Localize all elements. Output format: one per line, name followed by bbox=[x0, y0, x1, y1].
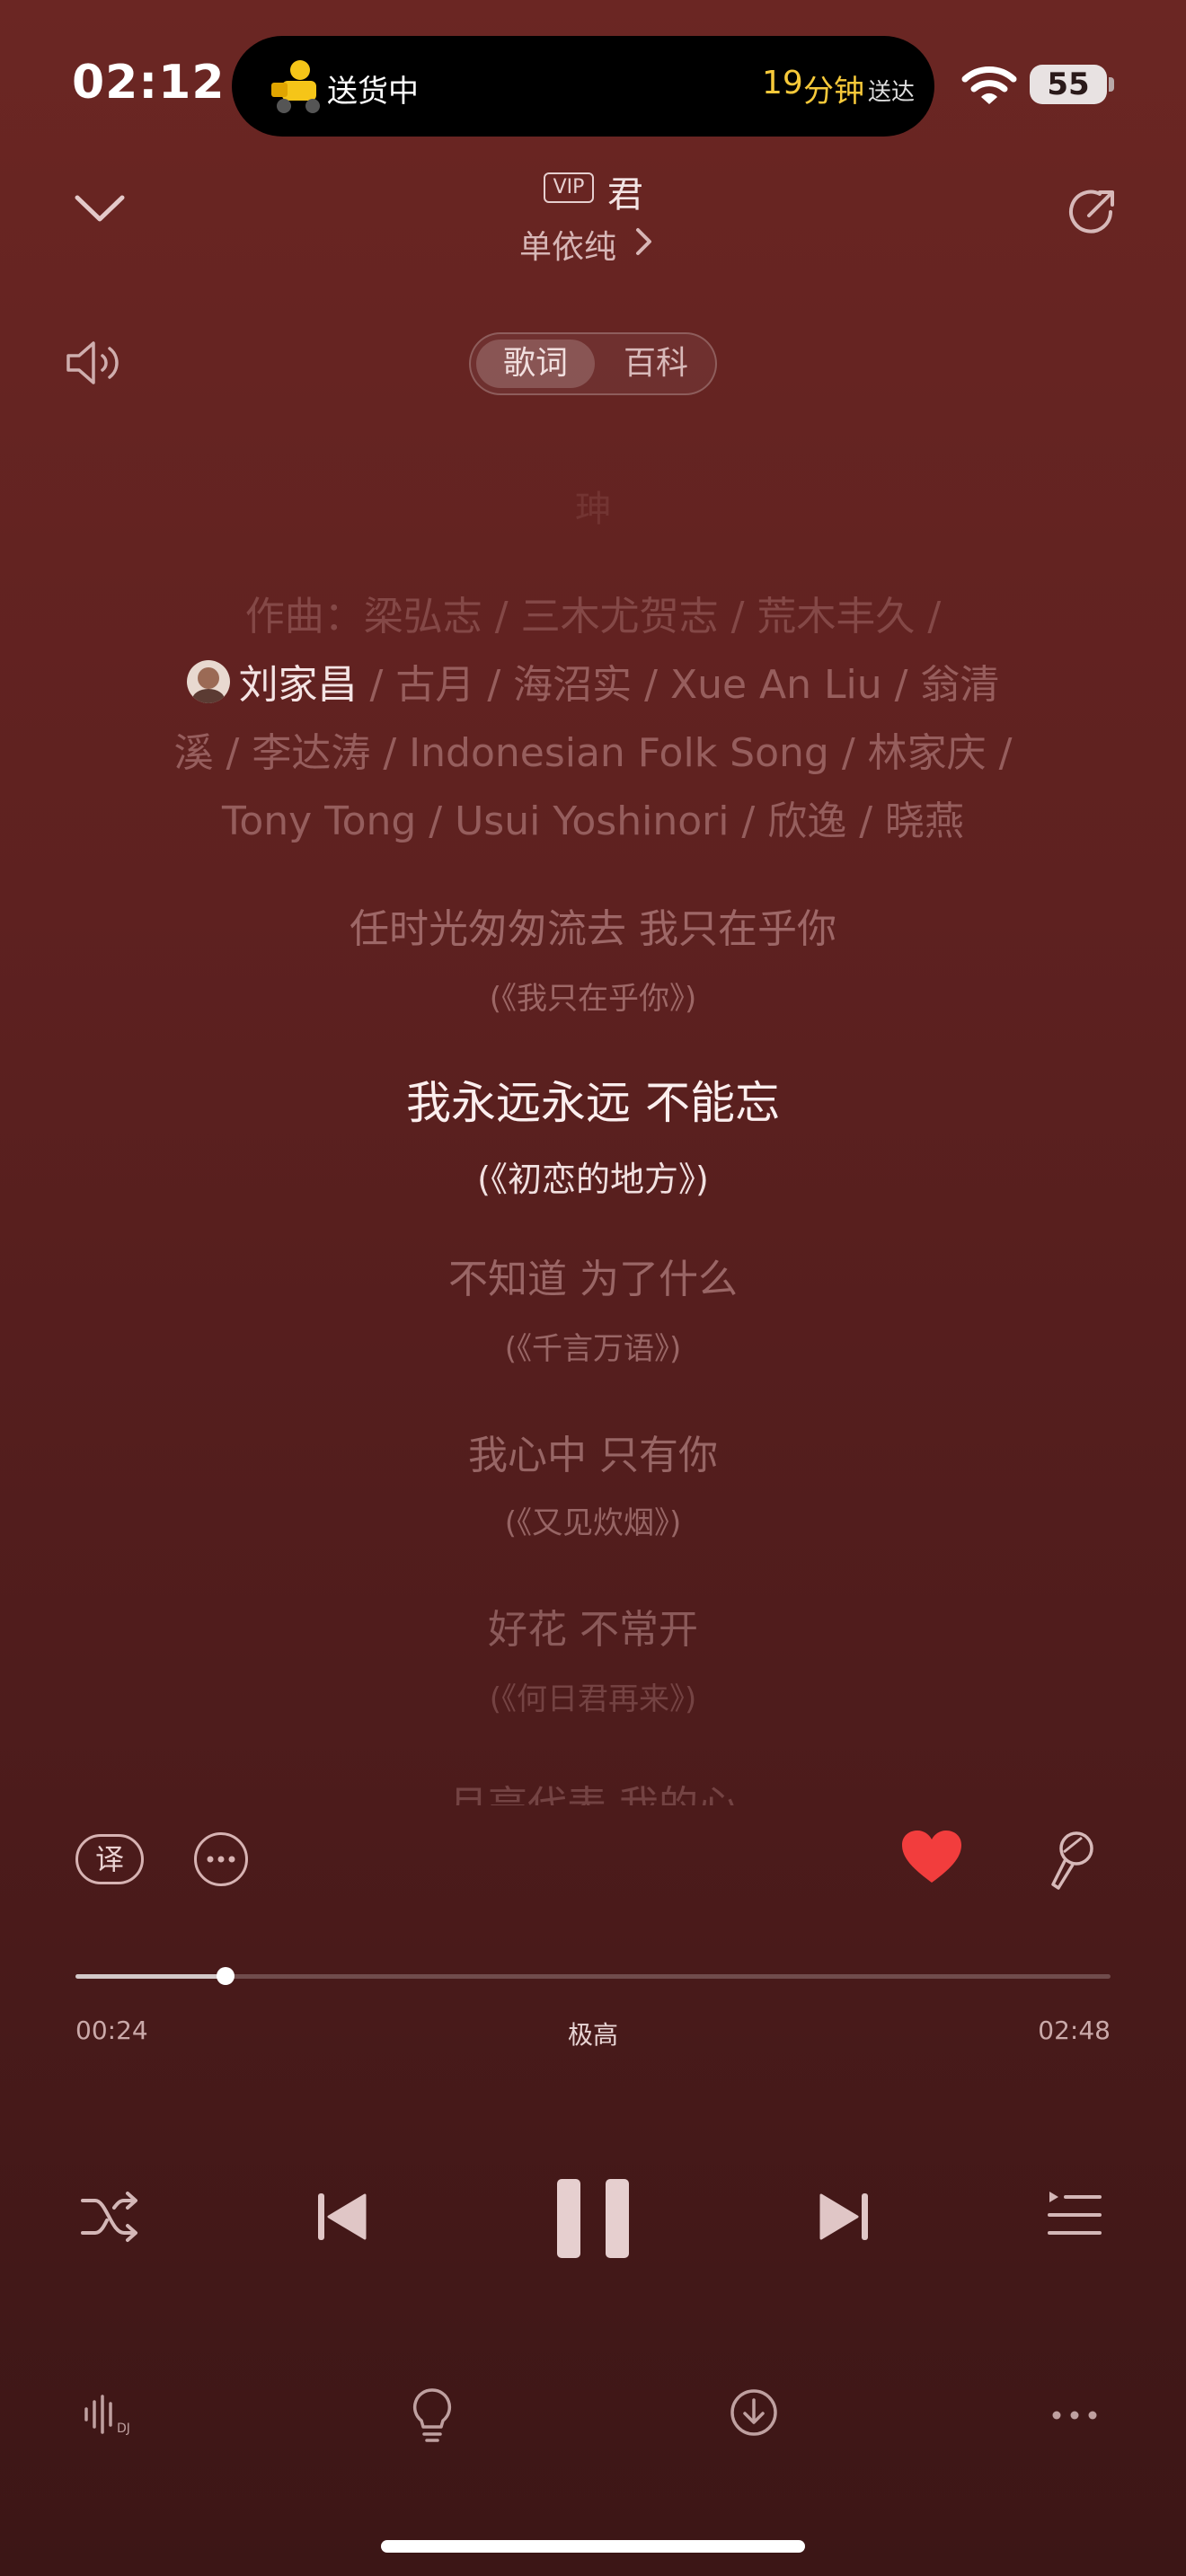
tab-lyrics[interactable]: 歌词 bbox=[476, 340, 595, 388]
more-icon bbox=[207, 1856, 235, 1863]
shuffle-icon[interactable] bbox=[79, 2188, 142, 2245]
delivery-eta-unit: 分钟 bbox=[803, 74, 864, 110]
credits-line-1: 作曲：梁弘志 / 三木尤贺志 / 荒木丰久 / bbox=[244, 594, 942, 640]
translate-button[interactable]: 译 bbox=[75, 1834, 144, 1884]
delivery-rider-icon bbox=[271, 60, 320, 113]
microphone-icon[interactable] bbox=[1046, 1829, 1102, 1893]
total-time: 02:48 bbox=[1038, 2016, 1111, 2045]
lyric-source: (《我只在乎你》) bbox=[489, 981, 697, 1017]
lyrics-wiki-toggle[interactable]: 歌词 百科 bbox=[469, 332, 717, 395]
credits-line-4: Tony Tong / Usui Yoshinori / 欣逸 / 晓燕 bbox=[221, 798, 965, 844]
delivery-status: 送货中 bbox=[327, 74, 419, 110]
lyric-source: (《何日君再来》) bbox=[489, 1681, 697, 1717]
lyric-line[interactable]: 我心中 只有你 bbox=[0, 1423, 1186, 1480]
artist-name[interactable]: 单依纯 bbox=[519, 221, 616, 268]
lyric-line[interactable]: 好花 不常开 bbox=[0, 1597, 1186, 1654]
queue-icon[interactable] bbox=[1048, 2190, 1102, 2240]
share-icon[interactable] bbox=[1064, 185, 1120, 241]
svg-text:DJ: DJ bbox=[117, 2422, 130, 2436]
battery-indicator: 55 bbox=[1030, 65, 1107, 104]
lyric-source: (《千言万语》) bbox=[504, 1331, 682, 1367]
song-title: 君 bbox=[607, 174, 643, 216]
composer-highlight[interactable]: 刘家昌 bbox=[239, 662, 358, 708]
credits-line-2-rest: / 古月 / 海沼实 / Xue An Liu / 翁清 bbox=[357, 662, 1000, 708]
lyric-source: (《又见炊烟》) bbox=[504, 1505, 682, 1541]
lyric-line[interactable]: 任时光匆匆流去 我只在乎你 bbox=[0, 896, 1186, 954]
lyric-source-active: (《初恋的地方》) bbox=[477, 1160, 709, 1199]
progress-thumb[interactable] bbox=[217, 1967, 235, 1985]
speaker-icon[interactable] bbox=[65, 336, 122, 390]
vip-badge: VIP bbox=[544, 172, 594, 203]
audio-quality[interactable]: 极高 bbox=[0, 2016, 1186, 2051]
progress-fill bbox=[75, 1974, 226, 1979]
home-indicator[interactable] bbox=[381, 2540, 805, 2553]
lyric-line-faded: 月亮代表 我的心 bbox=[0, 1773, 1186, 1805]
lyric-line-active[interactable]: 我永远永远 不能忘 bbox=[0, 1067, 1186, 1132]
dynamic-island-delivery[interactable]: 送货中 19 分钟 送达 bbox=[232, 36, 934, 137]
wifi-icon bbox=[961, 66, 1017, 104]
dj-icon[interactable]: DJ bbox=[83, 2393, 140, 2436]
heart-icon[interactable] bbox=[900, 1829, 963, 1886]
delivery-eta-suffix: 送达 bbox=[868, 79, 916, 106]
composer-avatar[interactable] bbox=[186, 660, 230, 703]
download-icon[interactable] bbox=[730, 2387, 778, 2438]
chevron-right-icon[interactable] bbox=[634, 226, 654, 257]
status-time: 02:12 bbox=[72, 56, 226, 110]
previous-icon[interactable] bbox=[316, 2192, 367, 2242]
credits-line-2: 刘家昌 / 古月 / 海沼实 / Xue An Liu / 翁清 bbox=[0, 652, 1186, 710]
credits-line-3: 溪 / 李达涛 / Indonesian Folk Song / 林家庆 / bbox=[173, 730, 1013, 776]
next-icon[interactable] bbox=[819, 2192, 870, 2242]
tab-wiki[interactable]: 百科 bbox=[600, 340, 712, 388]
bulb-icon[interactable] bbox=[412, 2387, 453, 2443]
pause-icon[interactable] bbox=[553, 2177, 633, 2260]
ellipsis-icon[interactable] bbox=[1051, 2409, 1098, 2422]
lyric-line[interactable]: 不知道 为了什么 bbox=[0, 1247, 1186, 1304]
delivery-eta-number: 19 bbox=[762, 65, 803, 101]
battery-tip bbox=[1109, 77, 1114, 92]
chevron-down-icon[interactable] bbox=[74, 190, 126, 226]
more-options-button[interactable] bbox=[194, 1832, 248, 1886]
lyric-line-faded: 珅 bbox=[575, 489, 611, 530]
